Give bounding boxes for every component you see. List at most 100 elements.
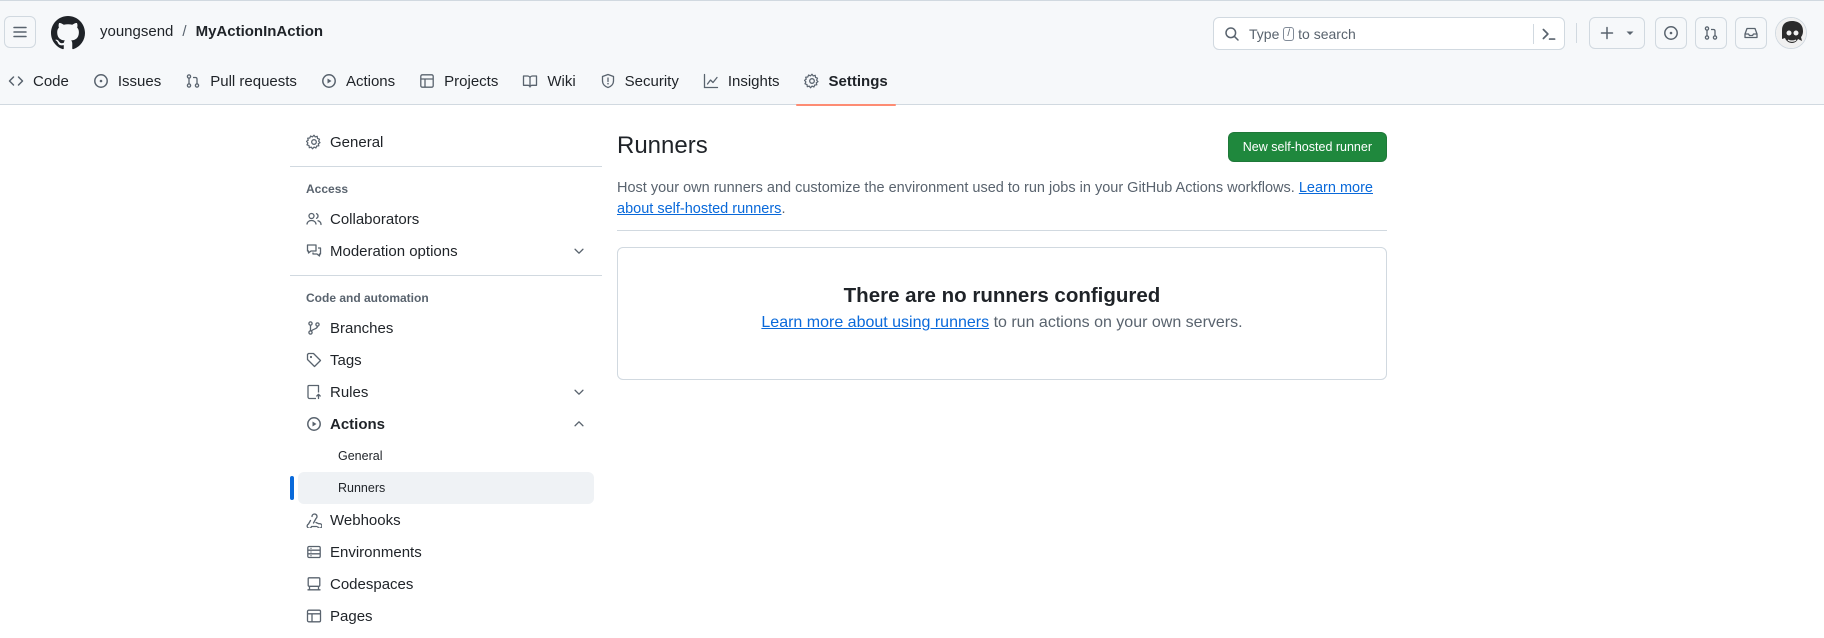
tab-issues[interactable]: Issues: [85, 63, 169, 99]
chevron-down-icon: [574, 389, 584, 395]
settings-sidebar: General Access Collaborators Moderation …: [290, 126, 602, 632]
people-icon: [306, 212, 322, 226]
gear-icon: [306, 134, 321, 150]
browser-icon: [306, 609, 322, 623]
comment-discussion-icon: [306, 244, 322, 257]
search-icon: [1225, 26, 1239, 41]
blankslate-title: There are no runners configured: [843, 284, 1161, 307]
sidebar-subitem-label: Runners: [338, 481, 386, 495]
sidebar-item-webhooks[interactable]: Webhooks: [290, 504, 602, 536]
repo-owner-link[interactable]: youngsend: [100, 23, 173, 40]
git-pull-request-icon: [1704, 26, 1718, 40]
pull-request-icon: [186, 74, 200, 88]
avatar-image-icon: [1776, 18, 1806, 48]
sidebar-group-access: Access: [306, 182, 349, 196]
tab-label: Security: [624, 72, 679, 90]
sidebar-item-label: Branches: [330, 319, 394, 337]
plus-icon: [1600, 26, 1614, 40]
sidebar-item-tags[interactable]: Tags: [290, 344, 602, 376]
sidebar-item-label: Pages: [330, 607, 373, 625]
pull-requests-button[interactable]: [1695, 17, 1727, 49]
sidebar-subitem-actions-runners[interactable]: Runners: [290, 472, 594, 504]
tab-code[interactable]: Code: [0, 63, 77, 99]
sidebar-divider: [290, 275, 602, 276]
git-branch-icon: [308, 321, 320, 335]
blankslate: There are no runners configured Learn mo…: [617, 247, 1387, 380]
sidebar-item-codespaces[interactable]: Codespaces: [290, 568, 602, 600]
tag-icon: [306, 352, 322, 368]
sidebar-item-label: Tags: [330, 351, 362, 369]
blankslate-text: Learn more about using runners to run ac…: [618, 314, 1386, 332]
tab-label: Insights: [727, 72, 780, 90]
sidebar-item-environments[interactable]: Environments: [290, 536, 602, 568]
sidebar-item-label: Collaborators: [330, 210, 420, 228]
sidebar-item-actions[interactable]: Actions: [290, 408, 602, 440]
learn-more-runners-link[interactable]: Learn more about using runners: [761, 314, 989, 331]
sidebar-item-pages[interactable]: Pages: [290, 600, 602, 632]
sidebar-item-branches[interactable]: Branches: [290, 312, 602, 344]
book-icon: [523, 75, 538, 88]
tab-security[interactable]: Security: [592, 63, 687, 99]
search-prefix: Type: [1249, 25, 1280, 42]
breadcrumb-separator: /: [182, 23, 187, 40]
user-avatar[interactable]: [1775, 17, 1807, 49]
sidebar-subitem-actions-general[interactable]: General: [298, 440, 594, 472]
sidebar-item-label: General: [330, 133, 384, 151]
tab-label: Issues: [117, 72, 162, 90]
new-self-hosted-runner-button[interactable]: New self-hosted runner: [1227, 132, 1387, 162]
tab-insights[interactable]: Insights: [695, 63, 788, 99]
tab-label: Pull requests: [210, 72, 297, 90]
search-suffix: to search: [1298, 25, 1356, 42]
description-end: .: [781, 201, 786, 217]
tab-pull-requests[interactable]: Pull requests: [177, 63, 305, 99]
play-icon: [307, 417, 321, 431]
search-placeholder: Type / to search: [1249, 26, 1356, 42]
graph-icon: [703, 73, 718, 89]
codespaces-icon: [307, 577, 321, 591]
chevron-down-icon: [574, 248, 584, 254]
sidebar-item-label: Rules: [330, 383, 369, 401]
issue-icon: [93, 74, 108, 88]
tab-wiki[interactable]: Wiki: [514, 63, 583, 99]
play-icon: [321, 74, 336, 88]
selected-indicator: [290, 476, 294, 500]
menu-icon: [13, 26, 27, 38]
sidebar-item-label: Webhooks: [330, 511, 401, 529]
sidebar-item-label: Moderation options: [330, 242, 458, 260]
sidebar-item-label: Actions: [330, 415, 386, 433]
inbox-icon: [1744, 27, 1758, 39]
description-text: Host your own runners and customize the …: [617, 180, 1295, 196]
sidebar-item-rules[interactable]: Rules: [290, 376, 602, 408]
sidebar-subitem-label: General: [338, 449, 383, 463]
sidebar-item-collaborators[interactable]: Collaborators: [290, 203, 602, 235]
sidebar-item-label: Codespaces: [330, 575, 414, 593]
repo-nav-tabs: Code Issues Pull requests Actions Projec…: [0, 63, 904, 106]
gear-icon: [803, 73, 819, 89]
blankslate-suffix: to run actions on your own servers.: [993, 314, 1243, 331]
create-new-button[interactable]: [1589, 17, 1645, 49]
tab-label: Settings: [828, 72, 888, 90]
breadcrumb: youngsend / MyActionInAction: [100, 23, 323, 40]
tab-projects[interactable]: Projects: [411, 63, 506, 99]
hamburger-menu-button[interactable]: [4, 16, 36, 48]
tab-label: Code: [33, 72, 69, 90]
tab-label: Actions: [345, 72, 396, 90]
sidebar-item-moderation[interactable]: Moderation options: [290, 235, 602, 267]
triangle-down-icon: [1626, 31, 1634, 35]
shield-icon: [601, 73, 614, 89]
command-palette-icon[interactable]: [1540, 25, 1558, 43]
tab-actions[interactable]: Actions: [313, 63, 403, 99]
repo-name-link[interactable]: MyActionInAction: [196, 23, 324, 40]
table-icon: [420, 74, 434, 88]
inbox-button[interactable]: [1735, 17, 1767, 49]
sidebar-group-code: Code and automation: [306, 291, 429, 305]
issues-button[interactable]: [1655, 17, 1687, 49]
search-shortcut-key: /: [1283, 26, 1295, 41]
tab-label: Projects: [444, 72, 499, 90]
header-divider: [1576, 23, 1577, 43]
sidebar-item-label: Environments: [330, 543, 422, 561]
tab-settings[interactable]: Settings: [795, 63, 896, 106]
search-input[interactable]: Type / to search: [1213, 17, 1565, 50]
github-logo-icon[interactable]: [51, 16, 85, 50]
sidebar-item-general[interactable]: General: [290, 126, 602, 158]
